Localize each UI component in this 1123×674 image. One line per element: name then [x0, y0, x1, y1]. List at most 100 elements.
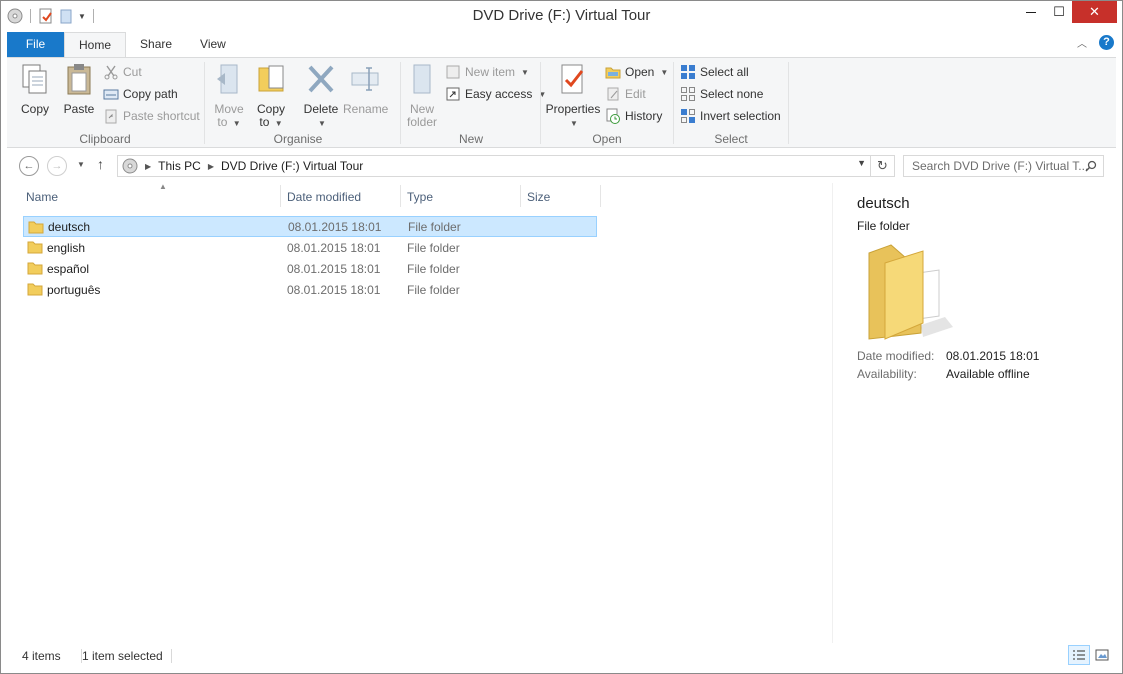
file-row[interactable]: español 08.01.2015 18:01 File folder: [23, 258, 597, 279]
large-icons-view-icon: [1095, 649, 1109, 661]
copy-path-button[interactable]: Copy path: [103, 84, 178, 104]
invert-selection-label: Invert selection: [700, 109, 781, 123]
properties-button[interactable]: Properties ▼: [545, 62, 601, 130]
new-item-icon: [446, 65, 460, 79]
copy-to-button[interactable]: Copy to ▼: [253, 62, 289, 130]
folder-icon: [27, 262, 43, 275]
open-button[interactable]: Open ▼: [605, 62, 668, 82]
copy-path-label: Copy path: [123, 87, 178, 101]
new-folder-label: New folder: [406, 102, 438, 129]
file-type: File folder: [408, 219, 461, 234]
file-type: File folder: [407, 240, 460, 255]
details-name: deutsch: [857, 195, 910, 212]
rename-label: Rename: [343, 102, 389, 116]
address-bar[interactable]: ▶ This PC ▶ DVD Drive (F:) Virtual Tour …: [117, 155, 895, 177]
edit-button[interactable]: Edit: [605, 84, 646, 104]
invert-selection-button[interactable]: Invert selection: [680, 106, 781, 126]
status-separator: [171, 649, 172, 663]
minimize-button[interactable]: —: [1018, 1, 1044, 23]
cut-button[interactable]: Cut: [103, 62, 142, 82]
move-to-icon: [217, 64, 238, 94]
tab-file[interactable]: File: [7, 32, 64, 57]
chevron-right-icon[interactable]: ▶: [145, 162, 151, 171]
rename-button[interactable]: Rename: [343, 62, 389, 116]
history-icon: [606, 108, 620, 124]
chevron-down-icon: ▼: [521, 67, 529, 77]
tab-view[interactable]: View: [186, 32, 240, 57]
file-name: deutsch: [48, 219, 91, 234]
details-view-icon: [1073, 650, 1085, 660]
copy-button[interactable]: Copy: [17, 62, 53, 116]
select-all-button[interactable]: Select all: [680, 62, 749, 82]
details-availability-value: Available offline: [946, 367, 1030, 381]
move-to-button[interactable]: Move to ▼: [211, 62, 247, 130]
new-item-button[interactable]: New item ▼: [445, 62, 529, 82]
cut-label: Cut: [123, 65, 142, 79]
column-header-name[interactable]: ▲ Name: [19, 182, 281, 211]
select-group-label: Select: [714, 132, 748, 146]
close-button[interactable]: ✕: [1072, 1, 1117, 23]
ribbon-help-area: ︿ ?: [1077, 35, 1114, 50]
chevron-right-icon[interactable]: ▶: [208, 162, 214, 171]
collapse-ribbon-icon[interactable]: ︿: [1077, 35, 1087, 50]
edit-label: Edit: [625, 87, 646, 101]
select-none-button[interactable]: Select none: [680, 84, 763, 104]
recent-locations-icon[interactable]: ▼: [77, 160, 85, 169]
select-none-label: Select none: [700, 87, 764, 101]
clipboard-group: Copy Paste Cut Copy path Paste shortcut …: [7, 58, 203, 148]
history-button[interactable]: History: [605, 106, 662, 126]
status-selected-count: 1 item selected: [82, 649, 163, 663]
clipboard-group-label: Clipboard: [79, 132, 131, 146]
back-button[interactable]: ←: [19, 156, 39, 176]
file-list-area: ▲ Name Date modified Type Size deutsch 0…: [7, 182, 1116, 643]
select-group: Select all Select none Invert selection …: [674, 58, 788, 148]
details-date-value: 08.01.2015 18:01: [946, 349, 1040, 363]
properties-label: Properties ▼: [545, 102, 601, 129]
new-folder-big-icon: [413, 64, 431, 94]
new-group: New folder New item ▼ Easy access ▼ New: [401, 58, 546, 148]
details-availability-label: Availability:: [857, 367, 917, 381]
delete-label: Delete ▼: [303, 102, 339, 129]
paste-shortcut-icon: [105, 109, 117, 124]
move-to-label: Move to ▼: [214, 102, 244, 129]
open-group-label: Open: [592, 132, 622, 146]
select-none-icon: [681, 87, 695, 101]
paste-shortcut-label: Paste shortcut: [123, 109, 200, 123]
help-button[interactable]: ?: [1099, 35, 1114, 50]
history-label: History: [625, 109, 663, 123]
maximize-button[interactable]: ☐: [1046, 1, 1072, 23]
file-date: 08.01.2015 18:01: [287, 240, 381, 255]
sort-ascending-icon: ▲: [159, 182, 167, 191]
tab-home[interactable]: Home: [64, 32, 127, 58]
tab-share[interactable]: Share: [126, 32, 186, 57]
up-arrow-icon[interactable]: ↑: [97, 156, 104, 172]
breadcrumb-dvd-drive[interactable]: DVD Drive (F:) Virtual Tour: [221, 159, 363, 173]
column-header-type[interactable]: Type: [401, 183, 521, 211]
column-header-date-modified[interactable]: Date modified: [281, 183, 401, 211]
file-row[interactable]: deutsch 08.01.2015 18:01 File folder: [23, 216, 597, 237]
search-input[interactable]: Search DVD Drive (F:) Virtual T...: [903, 155, 1104, 177]
column-header-size[interactable]: Size: [521, 183, 601, 211]
easy-access-button[interactable]: Easy access ▼: [445, 84, 546, 104]
folder-icon: [28, 221, 44, 234]
file-row[interactable]: english 08.01.2015 18:01 File folder: [23, 237, 597, 258]
file-type: File folder: [407, 261, 460, 276]
explorer-window: ▼ DVD Drive (F:) Virtual Tour — ☐ ✕ File…: [0, 0, 1123, 674]
new-folder-button[interactable]: New folder: [403, 62, 441, 129]
search-placeholder: Search DVD Drive (F:) Virtual T...: [912, 159, 1089, 173]
details-view-button[interactable]: [1068, 645, 1090, 665]
rename-icon: [351, 67, 379, 91]
forward-button[interactable]: →: [47, 156, 67, 176]
large-icons-view-button[interactable]: [1091, 645, 1113, 665]
file-date: 08.01.2015 18:01: [288, 219, 382, 234]
breadcrumb-this-pc[interactable]: This PC: [158, 159, 201, 173]
refresh-button[interactable]: ↻: [870, 156, 894, 176]
copy-label: Copy: [20, 102, 49, 116]
new-item-label: New item: [465, 65, 516, 79]
file-row[interactable]: português 08.01.2015 18:01 File folder: [23, 279, 597, 300]
delete-button[interactable]: Delete ▼: [301, 62, 341, 130]
paste-shortcut-button[interactable]: Paste shortcut: [103, 106, 200, 126]
address-dropdown-icon[interactable]: ▼: [857, 158, 866, 168]
details-pane: deutsch File folder Date modified: 08.01…: [832, 183, 1116, 643]
paste-button[interactable]: Paste: [61, 62, 97, 116]
